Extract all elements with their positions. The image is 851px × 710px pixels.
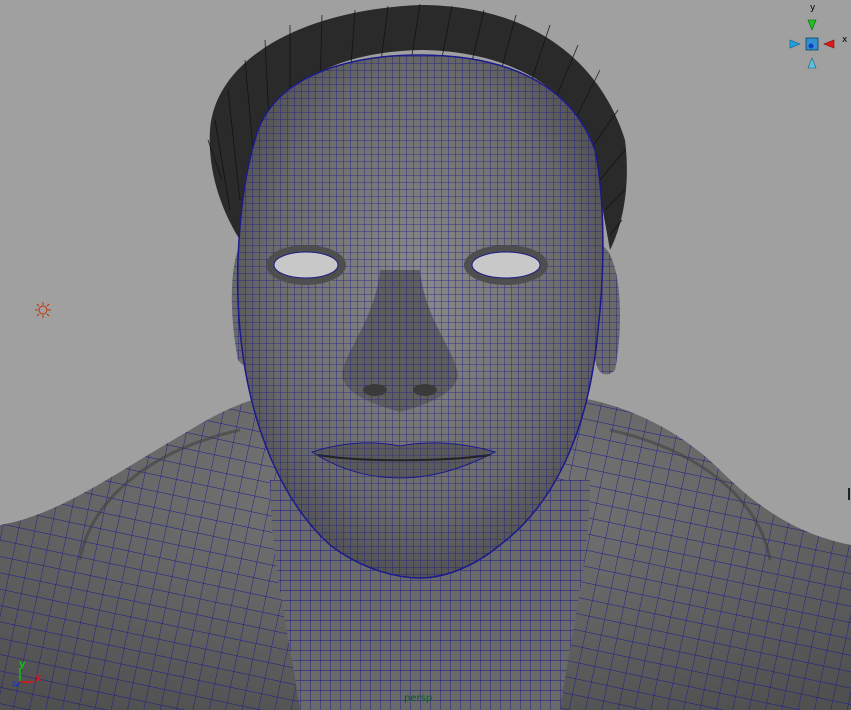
axis-y-label: y	[19, 659, 26, 670]
axis-x-label: x	[35, 673, 42, 684]
view-cube-x-label: x	[842, 35, 848, 45]
eye-left[interactable]	[266, 245, 346, 285]
axis-z-label: z	[12, 679, 17, 688]
mouse-cursor-icon	[848, 488, 850, 500]
view-cube-neg-x-arrow-icon	[789, 39, 801, 49]
view-cube-y-arrow-icon	[807, 19, 817, 31]
view-cube-x-arrow-icon	[823, 39, 835, 49]
maya-viewport-persp[interactable]: y x y x z persp	[0, 0, 851, 710]
view-cube[interactable]	[789, 19, 835, 69]
point-light-icon[interactable]	[35, 302, 51, 318]
scene-canvas[interactable]	[0, 0, 851, 710]
eye-right[interactable]	[464, 245, 548, 285]
view-cube-neg-y-arrow-icon	[807, 57, 817, 69]
camera-name-label: persp	[404, 693, 433, 704]
view-cube-y-label: y	[810, 3, 816, 13]
